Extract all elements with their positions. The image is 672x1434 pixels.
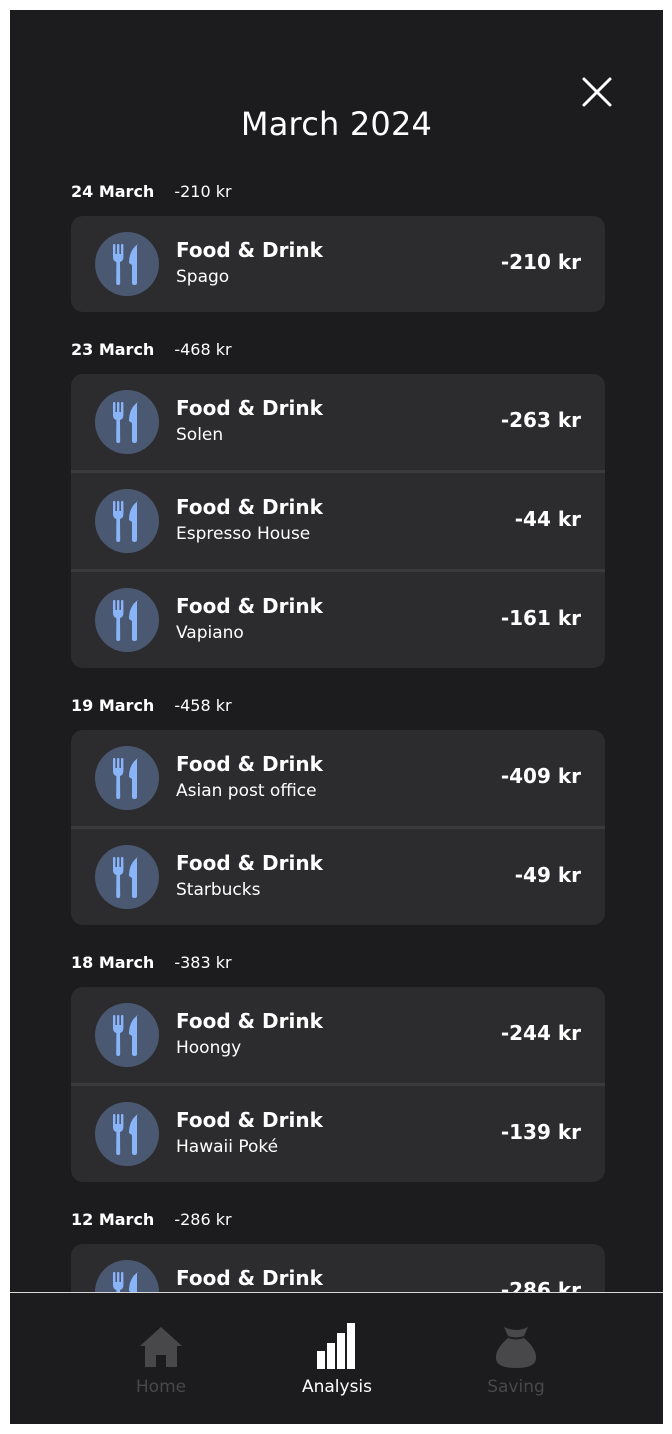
- transaction-category: Food & Drink: [176, 1108, 323, 1132]
- transaction-category: Food & Drink: [176, 594, 323, 618]
- day-date: 12 March: [71, 1210, 155, 1229]
- day-date: 18 March: [71, 953, 155, 972]
- fork-knife-icon: [113, 600, 138, 641]
- day-date: 24 March: [71, 182, 155, 201]
- category-icon-circle: [95, 390, 159, 454]
- transaction-row[interactable]: Food & Drink Asian post office -409 kr: [71, 730, 605, 826]
- transaction-category: Food & Drink: [176, 851, 323, 875]
- day-total: -383 kr: [174, 953, 232, 972]
- transaction-amount: -263 kr: [500, 408, 581, 432]
- transaction-row[interactable]: Food & Drink -286 kr: [71, 1244, 605, 1292]
- transaction-merchant: Hoongy: [176, 1038, 242, 1058]
- fork-knife-icon: [113, 1272, 138, 1292]
- tab-analysis[interactable]: Analysis: [277, 1319, 397, 1397]
- category-icon-circle: [95, 845, 159, 909]
- day-date: 19 March: [71, 696, 155, 715]
- transaction-group-card: Food & Drink Hoongy -244 kr Food & Drink Haw…: [71, 987, 605, 1182]
- money-bag-icon: [495, 1327, 537, 1368]
- transaction-amount: -139 kr: [500, 1120, 581, 1144]
- fork-knife-icon: [113, 1015, 138, 1056]
- transaction-row[interactable]: Food & Drink Hoongy -244 kr: [71, 987, 605, 1083]
- close-button[interactable]: [577, 72, 617, 112]
- transaction-merchant: Spago: [176, 267, 230, 287]
- category-icon-circle: [95, 746, 159, 810]
- transaction-group-card: Food & Drink -286 kr: [71, 1244, 605, 1292]
- transaction-category: Food & Drink: [176, 396, 323, 420]
- bottom-tab-bar: Home Analysis Saving: [10, 1292, 663, 1424]
- fork-knife-icon: [113, 857, 138, 898]
- day-total: -286 kr: [174, 1210, 232, 1229]
- category-icon-circle: [95, 1260, 159, 1292]
- tab-saving-label: Saving: [487, 1377, 545, 1397]
- day-header: 18 March -383 kr: [71, 953, 232, 972]
- day-total: -458 kr: [174, 696, 232, 715]
- transaction-amount: -210 kr: [500, 250, 581, 274]
- transaction-row[interactable]: Food & Drink Espresso House -44 kr: [71, 470, 605, 569]
- bar-chart-icon: [317, 1323, 355, 1369]
- tab-saving[interactable]: Saving: [456, 1319, 576, 1397]
- fork-knife-icon: [113, 758, 138, 799]
- fork-knife-icon: [113, 501, 138, 542]
- day-total: -468 kr: [174, 340, 232, 359]
- tab-analysis-label: Analysis: [301, 1377, 373, 1397]
- transaction-category: Food & Drink: [176, 238, 323, 262]
- transaction-row[interactable]: Food & Drink Spago -210 kr: [71, 216, 605, 312]
- transaction-merchant: Asian post office: [176, 781, 317, 801]
- transaction-category: Food & Drink: [176, 752, 323, 776]
- transaction-amount: -49 kr: [514, 863, 581, 887]
- category-icon-circle: [95, 1003, 159, 1067]
- transaction-merchant: Hawaii Poké: [176, 1137, 279, 1157]
- transaction-group-card: Food & Drink Solen -263 kr Food & Drink Espr…: [71, 374, 605, 668]
- transaction-row[interactable]: Food & Drink Vapiano -161 kr: [71, 569, 605, 668]
- transaction-merchant: Solen: [176, 425, 224, 445]
- category-icon-circle: [95, 1102, 159, 1166]
- day-header: 12 March -286 kr: [71, 1210, 232, 1229]
- close-icon: [582, 77, 612, 107]
- category-icon-circle: [95, 232, 159, 296]
- transaction-category: Food & Drink: [176, 495, 323, 519]
- tab-home-label: Home: [135, 1377, 187, 1397]
- transaction-amount: -286 kr: [500, 1278, 581, 1292]
- transaction-group-card: Food & Drink Asian post office -409 kr Food…: [71, 730, 605, 925]
- day-header: 19 March -458 kr: [71, 696, 232, 715]
- day-header: 24 March -210 kr: [71, 182, 232, 201]
- fork-knife-icon: [113, 244, 138, 285]
- transaction-amount: -244 kr: [500, 1021, 581, 1045]
- transaction-row[interactable]: Food & Drink Solen -263 kr: [71, 374, 605, 470]
- app-screen: March 2024 24 March -210 kr Food & Drink Sp…: [10, 10, 663, 1424]
- transaction-merchant: Starbucks: [176, 880, 261, 900]
- page-title: March 2024: [240, 105, 433, 143]
- transaction-merchant: Vapiano: [176, 623, 244, 643]
- home-icon: [140, 1327, 182, 1367]
- transaction-amount: -409 kr: [500, 764, 581, 788]
- transaction-merchant: Espresso House: [176, 524, 311, 544]
- transaction-amount: -161 kr: [500, 606, 581, 630]
- day-header: 23 March -468 kr: [71, 340, 232, 359]
- transaction-amount: -44 kr: [514, 507, 581, 531]
- fork-knife-icon: [113, 402, 138, 443]
- day-total: -210 kr: [174, 182, 232, 201]
- category-icon-circle: [95, 588, 159, 652]
- transaction-category: Food & Drink: [176, 1009, 323, 1033]
- transaction-group-card: Food & Drink Spago -210 kr: [71, 216, 605, 312]
- tab-home[interactable]: Home: [101, 1319, 221, 1397]
- transaction-row[interactable]: Food & Drink Hawaii Poké -139 kr: [71, 1083, 605, 1182]
- category-icon-circle: [95, 489, 159, 553]
- transaction-list[interactable]: 24 March -210 kr Food & Drink Spago -210 kr 2…: [10, 170, 663, 1292]
- transaction-row[interactable]: Food & Drink Starbucks -49 kr: [71, 826, 605, 925]
- transaction-category: Food & Drink: [176, 1266, 323, 1290]
- day-date: 23 March: [71, 340, 155, 359]
- fork-knife-icon: [113, 1114, 138, 1155]
